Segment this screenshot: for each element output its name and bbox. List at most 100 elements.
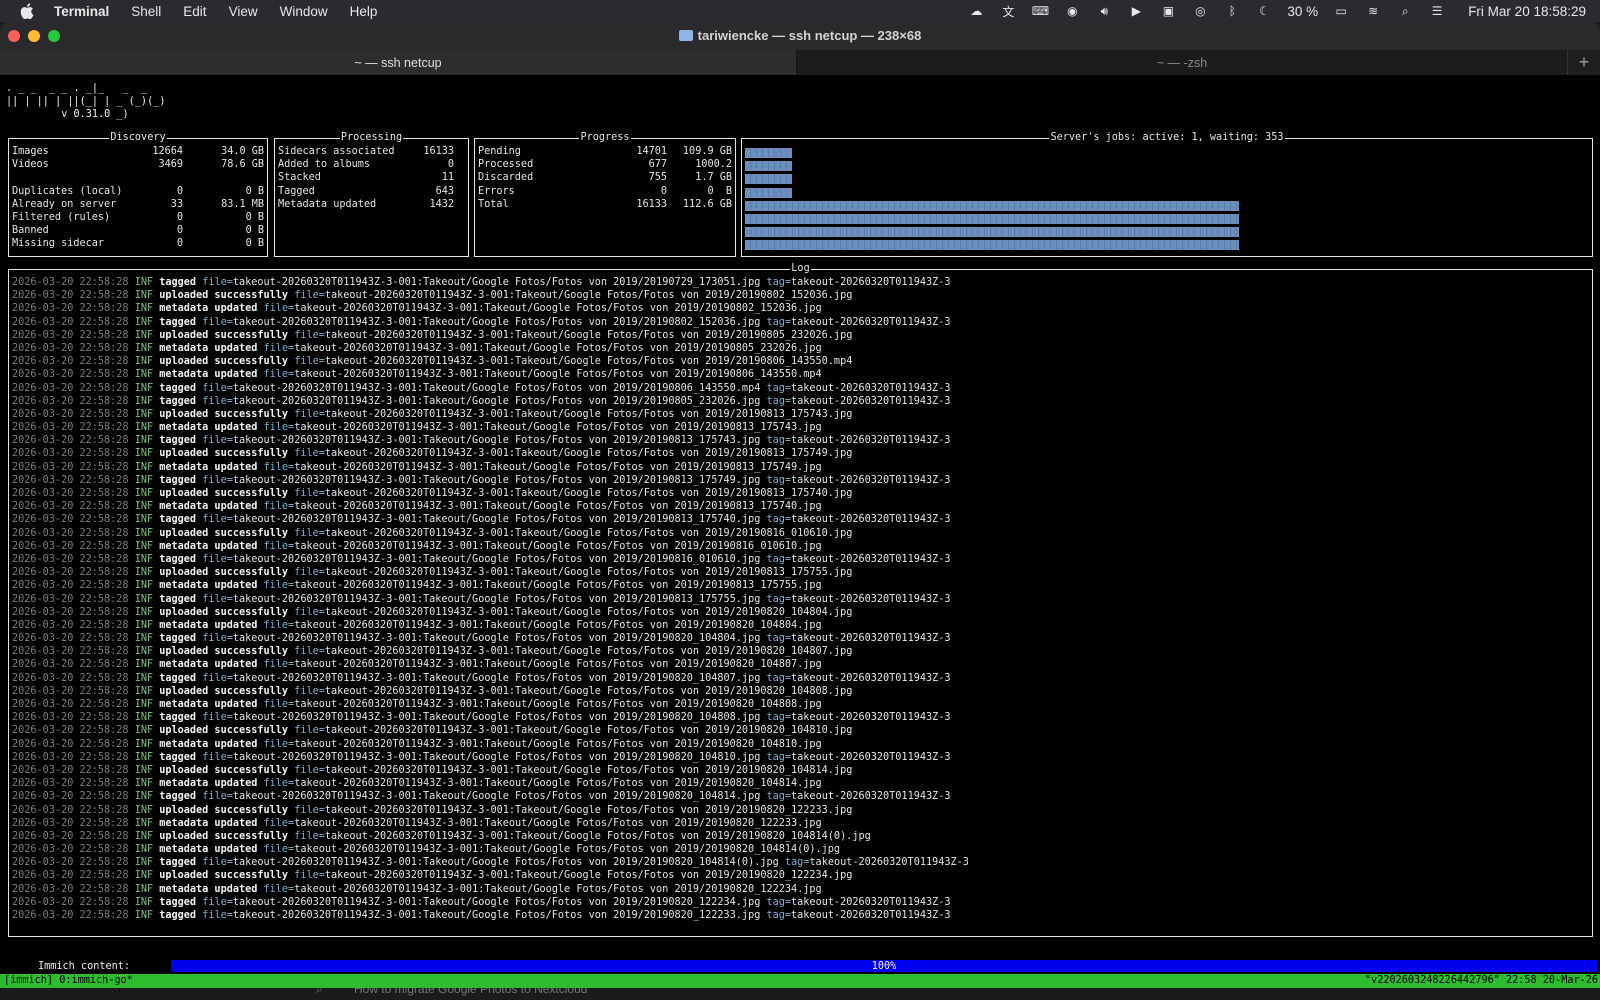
log-tag-key: tag= (766, 435, 792, 447)
translate-icon[interactable]: 文 (999, 4, 1017, 19)
search-icon[interactable]: ⌕ (1396, 4, 1414, 18)
keyboard-icon[interactable]: ⌨ (1031, 4, 1049, 18)
log-message: metadata updated (159, 738, 258, 750)
log-tag-key: tag= (766, 395, 792, 407)
log-level: INF (134, 910, 154, 921)
wifi-icon[interactable]: ≋ (1364, 4, 1382, 18)
log-tag-value: takeout-20260320T011943Z-3 (791, 593, 951, 605)
menu-edit[interactable]: Edit (183, 4, 206, 19)
battery-icon[interactable]: ▭ (1332, 4, 1350, 18)
log-timestamp: 2026-03-20 22:58:28 (12, 488, 129, 499)
log-message: uploaded successfully (159, 804, 289, 816)
log-file-key: file= (294, 764, 325, 776)
log-timestamp: 2026-03-20 22:58:28 (12, 553, 129, 565)
log-file-key: file= (202, 857, 233, 869)
play-icon[interactable]: ▶ (1127, 4, 1145, 18)
log-message: uploaded successfully (159, 329, 289, 341)
stat-size: 0 B (245, 185, 264, 197)
title-bar[interactable]: tariwiencke — ssh netcup — 238×68 (0, 22, 1600, 50)
log-message: metadata updated (159, 817, 258, 829)
log-timestamp: 2026-03-20 22:58:28 (12, 844, 129, 856)
new-tab-button[interactable]: + (1567, 50, 1600, 75)
stat-row: Pending 14701 109.9 GB (475, 145, 735, 158)
battery-percent[interactable]: 30 % (1287, 4, 1318, 19)
tmux-session[interactable]: [immich] 0:immich-go* (4, 974, 133, 987)
log-level: INF (134, 804, 154, 816)
log-panel[interactable]: Log 2026-03-20 22:58:28 INF tagged file=… (8, 263, 1593, 937)
log-file-value: takeout-20260320T011943Z-3-001:Takeout/G… (294, 699, 822, 710)
log-line: 2026-03-20 22:58:28 INF metadata updated… (12, 817, 969, 830)
menu-shell[interactable]: Shell (131, 4, 161, 19)
stat-size: 0 B (245, 238, 264, 250)
user-icon[interactable]: ◎ (1191, 4, 1209, 18)
log-timestamp: 2026-03-20 22:58:28 (12, 435, 129, 447)
menubar-clock[interactable]: Fri Mar 20 18:58:29 (1468, 4, 1586, 19)
stat-row: Missing sidecar 0 0 B (9, 237, 267, 250)
sync-icon[interactable]: ◉ (1063, 4, 1081, 18)
log-file-key: file= (294, 527, 325, 539)
log-line: 2026-03-20 22:58:28 INF uploaded success… (12, 289, 969, 302)
log-timestamp: 2026-03-20 22:58:28 (12, 910, 129, 921)
log-message: uploaded successfully (159, 408, 289, 420)
menu-bar: Terminal Shell Edit View Window Help ☁ 文… (0, 0, 1600, 22)
log-file-key: file= (202, 382, 233, 394)
menu-window[interactable]: Window (280, 4, 328, 19)
log-message: tagged (159, 751, 197, 763)
log-line: 2026-03-20 22:58:28 INF tagged file=take… (12, 395, 969, 408)
menu-help[interactable]: Help (350, 4, 378, 19)
bluetooth-icon[interactable]: ᛒ (1223, 4, 1241, 18)
log-tag-value: takeout-20260320T011943Z-3 (791, 672, 951, 684)
log-message: tagged (159, 857, 197, 869)
log-message: uploaded successfully (159, 870, 289, 882)
log-file-value: takeout-20260320T011943Z-3-001:Takeout/G… (232, 751, 761, 763)
log-file-key: file= (263, 817, 295, 829)
log-file-key: file= (202, 633, 233, 645)
stat-row: Sidecars associated 16133 (275, 145, 468, 158)
log-file-value: takeout-20260320T011943Z-3-001:Takeout/G… (294, 778, 822, 790)
log-timestamp: 2026-03-20 22:58:28 (12, 474, 129, 486)
log-level: INF (134, 408, 154, 420)
log-level: INF (134, 778, 154, 790)
apple-icon[interactable] (17, 1, 37, 21)
cloud-icon[interactable]: ☁ (967, 4, 985, 18)
log-level: INF (134, 435, 154, 447)
stat-count: 643 (435, 185, 454, 197)
log-file-key: file= (263, 461, 295, 473)
log-level: INF (134, 685, 154, 697)
log-file-key: file= (263, 580, 295, 592)
log-level: INF (134, 277, 154, 288)
log-level: INF (134, 672, 154, 684)
window-icon[interactable]: ▣ (1159, 4, 1177, 18)
progress-bar: 100% (171, 960, 1597, 972)
log-tag-value: takeout-20260320T011943Z-3 (791, 514, 951, 526)
menu-view[interactable]: View (229, 4, 258, 19)
stat-row: Metadata updated 1432 (275, 198, 468, 211)
immich-content-progress: Immich content: 100% (0, 960, 1600, 973)
log-file-key: file= (294, 804, 325, 816)
log-file-key: file= (202, 553, 233, 565)
stat-count: 16133 (423, 146, 454, 157)
log-file-key: file= (202, 435, 233, 447)
log-file-value: takeout-20260320T011943Z-3-001:Takeout/G… (232, 474, 761, 486)
tab-zsh[interactable]: ~ — -zsh (797, 50, 1567, 75)
log-timestamp: 2026-03-20 22:58:28 (12, 277, 129, 288)
panel-title: Discovery (109, 132, 167, 143)
volume-icon[interactable]: 🔊︎ (1095, 4, 1113, 18)
log-file-value: takeout-20260320T011943Z-3-001:Takeout/G… (324, 804, 853, 816)
moon-icon[interactable]: ☾ (1255, 4, 1273, 18)
terminal-content[interactable]: . _ _ _ _ . _|_ _ _ || | || | ||(_| | _ … (0, 76, 1600, 988)
log-file-value: takeout-20260320T011943Z-3-001:Takeout/G… (324, 290, 853, 302)
log-line: 2026-03-20 22:58:28 INF tagged file=take… (12, 672, 969, 685)
log-level: INF (134, 501, 154, 513)
stat-label: Videos (12, 159, 49, 171)
progress-label: Immich content: (38, 961, 131, 972)
log-level: INF (134, 830, 154, 842)
log-tag-value: takeout-20260320T011943Z-3 (791, 896, 951, 908)
log-file-key: file= (263, 738, 295, 750)
control-center-icon[interactable]: ☰ (1428, 4, 1446, 18)
stat-row: Stacked 11 (275, 171, 468, 184)
log-level: INF (134, 883, 154, 895)
log-file-key: file= (294, 606, 325, 618)
tab-ssh-netcup[interactable]: ~ — ssh netcup (0, 50, 797, 75)
menu-app-name[interactable]: Terminal (54, 4, 109, 19)
